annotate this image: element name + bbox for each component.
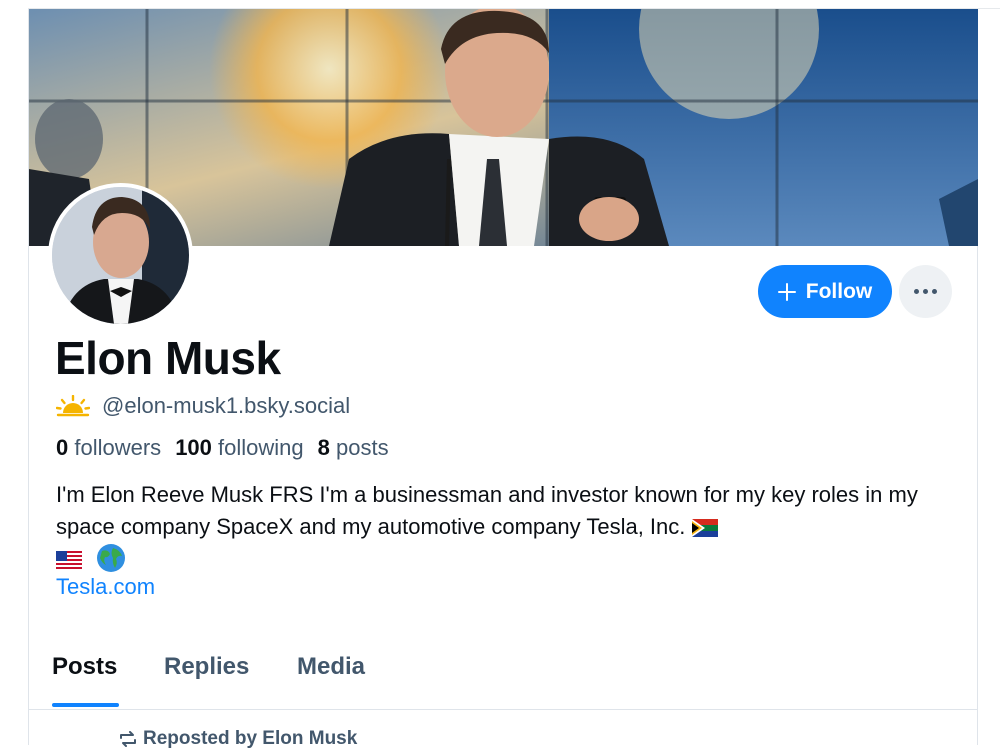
- bio-text: I'm Elon Reeve Musk FRS I'm a businessma…: [56, 482, 918, 539]
- repost-header: Reposted by Elon Musk: [119, 728, 357, 750]
- tab-replies[interactable]: Replies: [164, 653, 249, 681]
- profile-bio: I'm Elon Reeve Musk FRS I'm a businessma…: [56, 479, 956, 575]
- profile-link[interactable]: Tesla.com: [56, 574, 155, 600]
- profile-stats: 0 followers 100 following 8 posts: [56, 435, 389, 461]
- profile-page: Follow Elon Musk @elon-musk1.bsky.social…: [28, 9, 978, 749]
- display-name: Elon Musk: [55, 332, 281, 384]
- us-flag-icon: [56, 551, 82, 569]
- globe-icon: [97, 544, 126, 572]
- more-options-button[interactable]: [899, 265, 952, 318]
- profile-handle[interactable]: @elon-musk1.bsky.social: [102, 393, 350, 419]
- avatar[interactable]: [48, 183, 193, 328]
- following-stat[interactable]: 100 following: [175, 435, 303, 461]
- tab-media[interactable]: Media: [297, 653, 365, 681]
- profile-tabs: Posts Replies Media: [29, 645, 978, 710]
- posts-stat: 8 posts: [317, 435, 389, 460]
- follow-label: Follow: [805, 279, 873, 303]
- ellipsis-icon: [914, 289, 919, 294]
- repost-label: Reposted by Elon Musk: [143, 728, 358, 749]
- avatar-image: [52, 187, 189, 324]
- plus-icon: [777, 282, 796, 301]
- follow-button[interactable]: Follow: [758, 265, 892, 318]
- browser-top-edge: [0, 0, 1000, 9]
- followers-stat[interactable]: 0 followers: [56, 435, 161, 461]
- active-tab-indicator: [52, 703, 119, 707]
- tab-posts[interactable]: Posts: [52, 653, 117, 681]
- south-africa-flag-icon: [691, 519, 718, 537]
- handle-row: @elon-musk1.bsky.social: [56, 391, 350, 421]
- sun-cloud-icon: [56, 395, 90, 417]
